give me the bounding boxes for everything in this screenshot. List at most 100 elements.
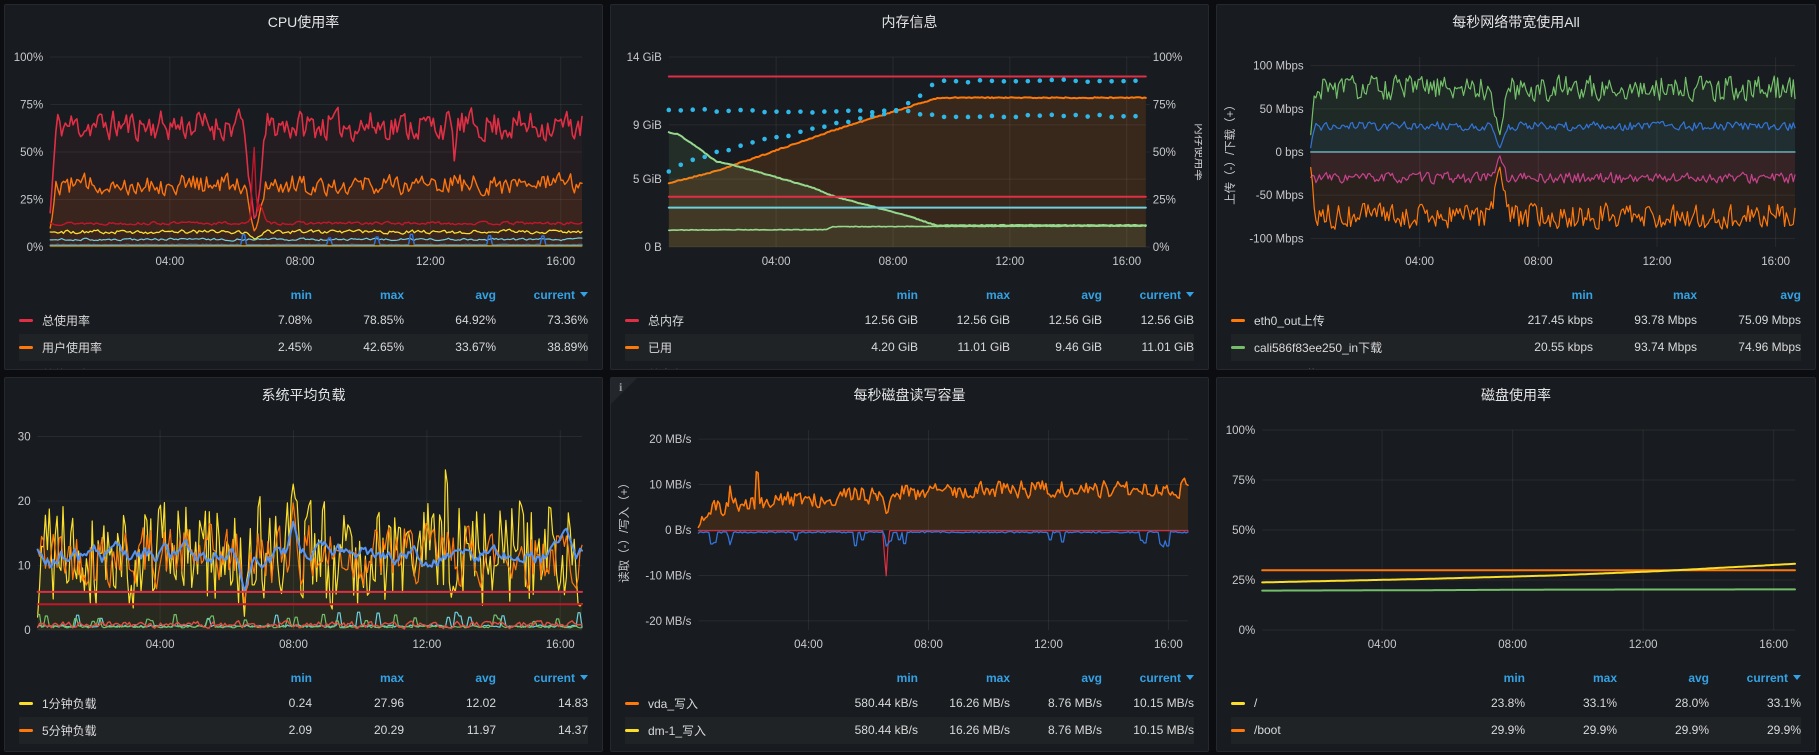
series-dots — [810, 126, 815, 131]
legend-series-label[interactable]: eth0_in下载 — [1231, 366, 1489, 370]
legend-col-min[interactable]: min — [826, 671, 918, 685]
sort-caret-icon — [580, 292, 588, 297]
legend-row: 已用4.20 GiB11.01 GiB9.46 GiB11.01 GiB — [625, 334, 1194, 361]
y-axis-tick-label: 100% — [14, 52, 43, 64]
legend-value-min: 580.44 kB/s — [826, 696, 918, 710]
legend-series-label[interactable]: / — [1231, 696, 1433, 710]
series-dots — [1085, 79, 1090, 84]
panel-title[interactable]: 每秒网络带宽使用All — [1217, 7, 1815, 37]
legend-series-label[interactable]: eth0_out上传 — [1231, 312, 1489, 329]
legend-series-label[interactable]: vda_读取 — [625, 749, 826, 752]
legend-value-max: 16.26 MB/s — [918, 696, 1010, 710]
legend-series-label[interactable]: 用户使用率 — [19, 339, 220, 356]
legend-value-avg: 12.02 — [404, 696, 496, 710]
sort-caret-icon — [1186, 675, 1194, 680]
legend-col-max[interactable]: max — [312, 288, 404, 302]
legend-value-avg: 13.01% — [404, 367, 496, 370]
legend-series-label[interactable]: /boot — [1231, 750, 1433, 752]
panel-title[interactable]: 内存信息 — [611, 7, 1208, 37]
x-axis-tick-label: 12:00 — [1643, 256, 1672, 268]
legend-series-label[interactable]: vda_写入 — [625, 695, 826, 712]
legend-col-avg[interactable]: avg — [404, 671, 496, 685]
legend-col-avg[interactable]: avg — [1617, 671, 1709, 685]
legend-series-label[interactable]: 总使用率 — [19, 366, 220, 370]
legend-series-label[interactable]: 5分钟负载 — [19, 722, 220, 739]
legend-value-min: 0.24 — [220, 696, 312, 710]
legend-col-min[interactable]: min — [1489, 288, 1593, 302]
y2-axis-title: 内存使用率 — [1193, 123, 1202, 181]
legend-series-label[interactable]: dm-1_写入 — [625, 722, 826, 739]
panel-title[interactable]: 系统平均负载 — [5, 380, 602, 410]
series-dots — [882, 108, 887, 113]
disk-io-chart[interactable]: 20 MB/s10 MB/s0 B/s-10 MB/s-20 MB/s读取（-）… — [617, 422, 1202, 654]
legend-col-current[interactable]: current — [1102, 288, 1194, 302]
legend-series-label[interactable]: 总内存 — [625, 312, 826, 329]
y-axis-tick-label: 14 GiB — [627, 52, 662, 64]
legend-value-current: 1.18 MB/s — [1102, 750, 1194, 752]
legend-col-max[interactable]: max — [1593, 288, 1697, 302]
cpu-usage-chart[interactable]: 100%75%50%25%0%04:0008:0012:0016:00 — [11, 49, 596, 271]
legend-value-max: 93.78 Mbps — [1593, 313, 1697, 327]
series-dots — [738, 143, 743, 148]
series-dots — [726, 147, 731, 152]
legend-series-label[interactable]: 1分钟负载 — [19, 695, 220, 712]
legend-series-label[interactable]: 总内存 — [625, 366, 826, 370]
series-dots — [834, 109, 839, 114]
legend-col-current[interactable]: current — [496, 671, 588, 685]
series-name: /boot — [1254, 723, 1281, 737]
sort-caret-icon — [580, 675, 588, 680]
series-name: cali586f83ee250_in下载 — [1254, 339, 1382, 356]
legend-col-avg[interactable]: avg — [1010, 671, 1102, 685]
panel-title[interactable]: 每秒磁盘读写容量 — [611, 380, 1208, 410]
legend-value-min: 7.08% — [220, 313, 312, 327]
legend-col-min[interactable]: min — [1433, 671, 1525, 685]
legend-col-max[interactable]: max — [1525, 671, 1617, 685]
series-dots — [906, 108, 911, 113]
x-axis-tick-label: 16:00 — [546, 639, 575, 651]
disk-io-legend: minmaxavgcurrent vda_写入580.44 kB/s16.26 M… — [625, 666, 1194, 752]
legend-value-min: 580.44 kB/s — [826, 723, 918, 737]
series-dots — [954, 79, 959, 84]
legend-value-avg: 29.9% — [1617, 750, 1709, 752]
legend-col-avg[interactable]: avg — [1010, 288, 1102, 302]
legend-col-min[interactable]: min — [220, 671, 312, 685]
series-name: 总使用率 — [42, 312, 90, 329]
legend-value-current: 10.15 MB/s — [1102, 723, 1194, 737]
legend-col-avg[interactable]: avg — [1697, 288, 1801, 302]
panel-title[interactable]: CPU使用率 — [5, 7, 602, 37]
series-dots — [978, 114, 983, 119]
legend-value-avg: 8.76 MB/s — [1010, 696, 1102, 710]
legend-col-avg[interactable]: avg — [404, 288, 496, 302]
disk-usage-chart[interactable]: 100%75%50%25%0%04:0008:0012:0016:00 — [1223, 422, 1809, 654]
legend-col-max[interactable]: max — [918, 288, 1010, 302]
panel-memory-info: 内存信息 14 GiB9 GiB5 GiB0 B100%75%50%25%0%内… — [610, 4, 1209, 370]
legend-series-label[interactable]: 15分钟负载 — [19, 749, 220, 752]
series-dots — [1073, 78, 1078, 83]
legend-series-label[interactable]: cali586f83ee250_in下载 — [1231, 339, 1489, 356]
legend-series-label[interactable]: /boot — [1231, 723, 1433, 737]
series-color-swatch-icon — [625, 702, 639, 705]
panel-info-icon[interactable] — [611, 378, 637, 404]
panel-title[interactable]: 磁盘使用率 — [1217, 380, 1815, 410]
panel-cpu-usage: CPU使用率 100%75%50%25%0%04:0008:0012:0016:… — [4, 4, 603, 370]
legend-col-max[interactable]: max — [918, 671, 1010, 685]
memory-info-chart[interactable]: 14 GiB9 GiB5 GiB0 B100%75%50%25%0%内存使用率0… — [617, 49, 1202, 271]
network-bandwidth-chart[interactable]: 100 Mbps50 Mbps0 bps-50 Mbps-100 Mbps上传（… — [1223, 49, 1809, 271]
legend-col-current[interactable]: current — [1102, 671, 1194, 685]
legend-series-label[interactable]: 总使用率 — [19, 312, 220, 329]
x-axis-tick-label: 12:00 — [1034, 639, 1063, 651]
system-load-chart[interactable]: 302010004:0008:0012:0016:00 — [11, 422, 596, 654]
legend-col-min[interactable]: min — [826, 288, 918, 302]
series-dots — [930, 112, 935, 117]
legend-col-current[interactable]: current — [1709, 671, 1801, 685]
series-dots — [1133, 78, 1138, 83]
series-color-swatch-icon — [19, 729, 33, 732]
y-axis-title: 上传（-）/下载（+） — [1223, 99, 1237, 205]
legend-series-label[interactable]: 已用 — [625, 339, 826, 356]
y-axis-tick-label: 5 GiB — [633, 174, 662, 186]
legend-col-min[interactable]: min — [220, 288, 312, 302]
y2-axis-tick-label: 100% — [1153, 52, 1182, 64]
legend-col-current[interactable]: current — [496, 288, 588, 302]
series-dots — [1109, 114, 1114, 119]
legend-col-max[interactable]: max — [312, 671, 404, 685]
